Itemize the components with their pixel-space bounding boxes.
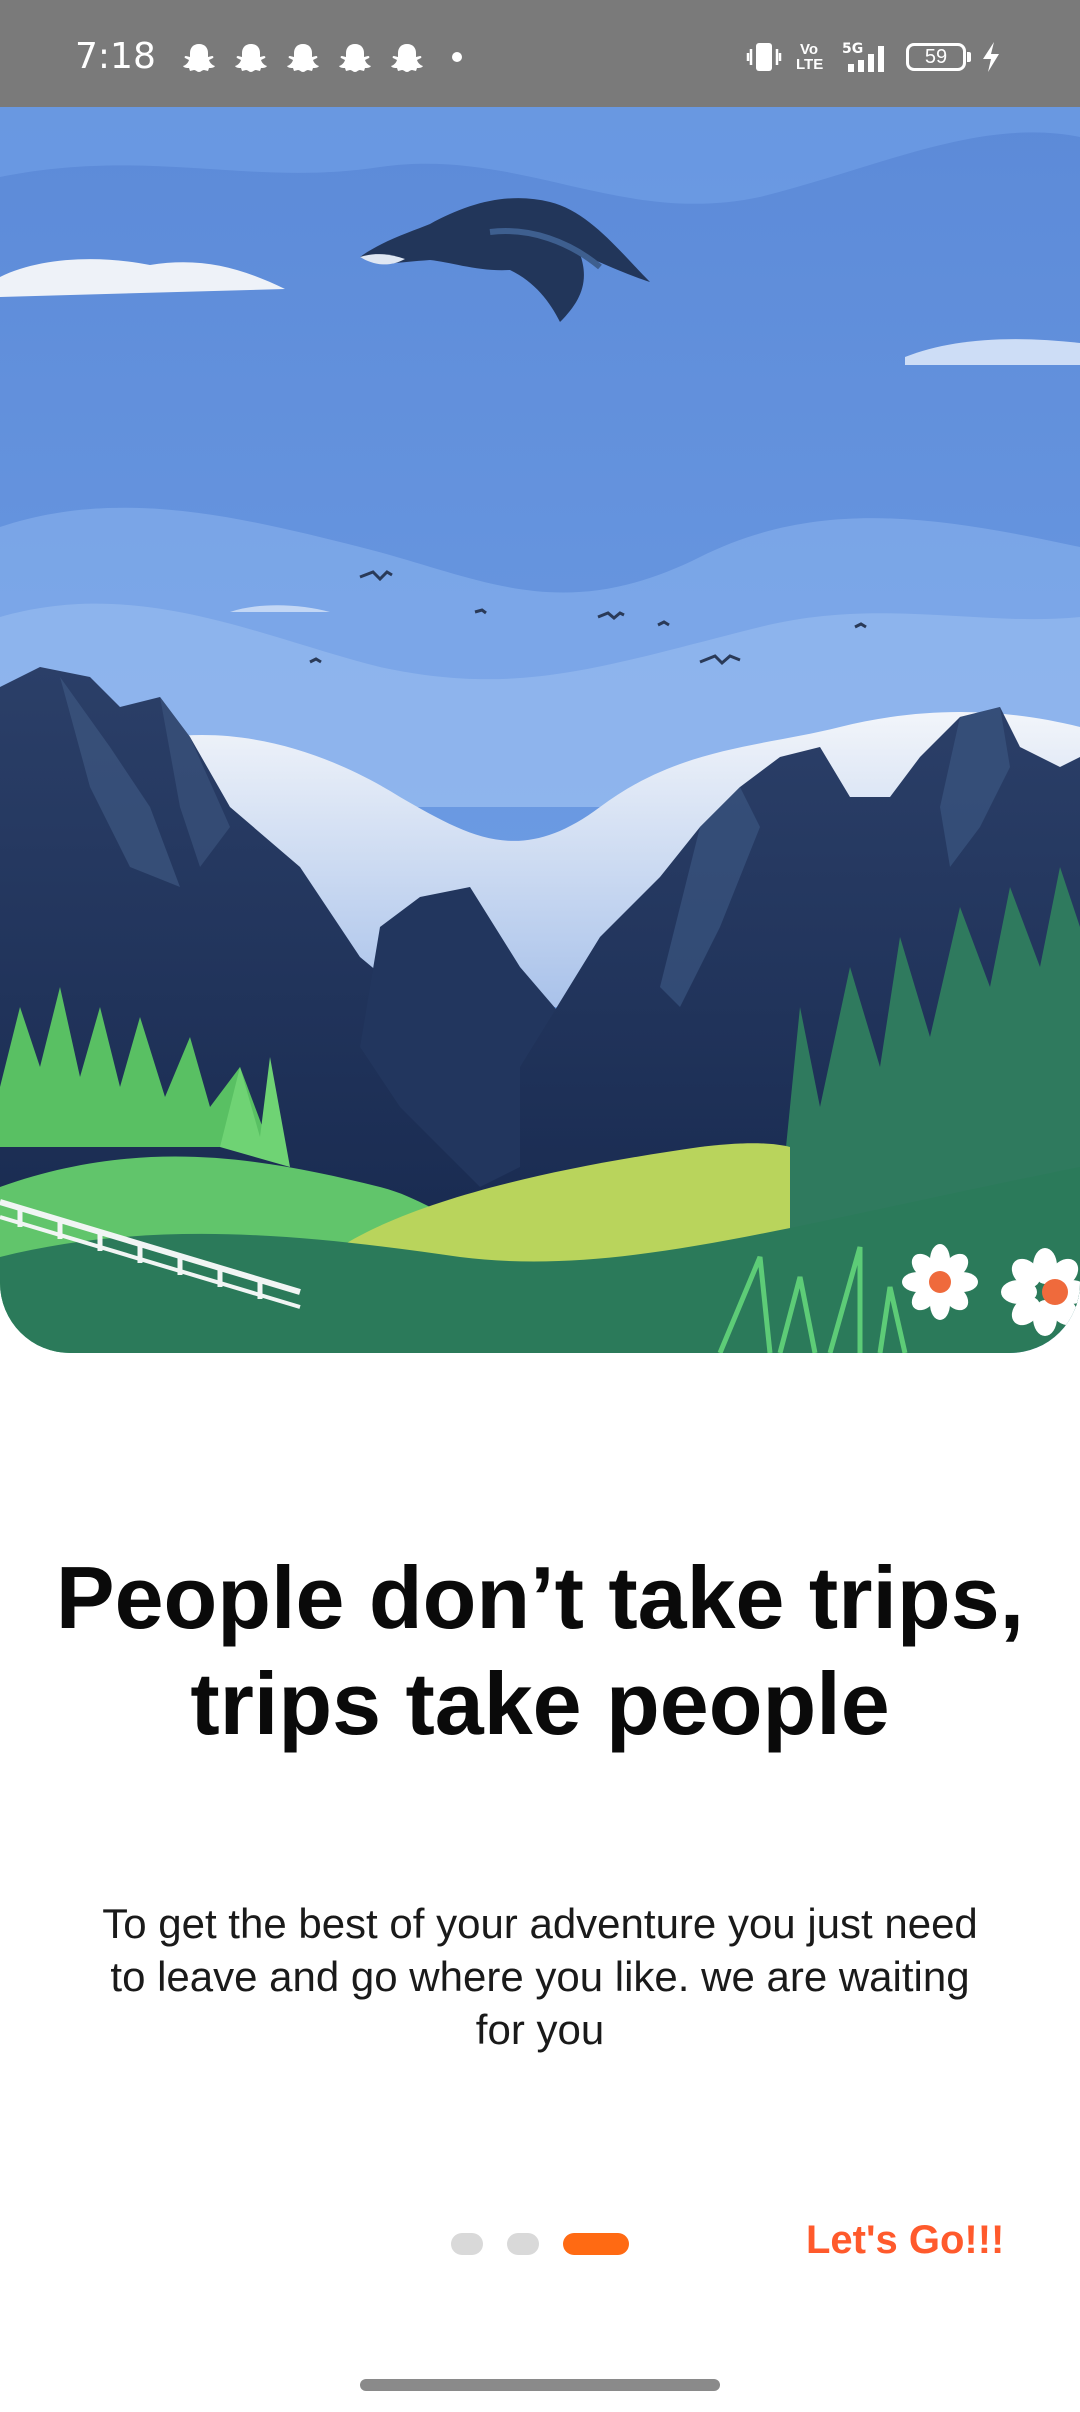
page-dot-1[interactable] (451, 2233, 483, 2255)
snapchat-icon (339, 44, 371, 72)
page-indicator (451, 2233, 629, 2255)
onboarding-description: To get the best of your adventure you ju… (102, 1900, 978, 2053)
status-bar: 7:18 Vo LTE 5G 59 (0, 0, 1080, 107)
signal-5g-icon: 5G (842, 41, 884, 72)
svg-text:5G: 5G (842, 41, 863, 57)
page-dot-3-active[interactable] (563, 2233, 629, 2255)
charging-icon (983, 42, 999, 72)
more-dot-icon (452, 52, 462, 62)
snapchat-icon (391, 44, 423, 72)
snapchat-icon (183, 44, 215, 72)
hero-illustration (0, 107, 1080, 1353)
battery-icon: 59 (906, 43, 971, 71)
status-indicators: Vo LTE 5G 59 (746, 40, 1002, 74)
mountain-landscape-image (0, 107, 1080, 1353)
home-indicator[interactable] (360, 2379, 720, 2391)
page-dot-2[interactable] (507, 2233, 539, 2255)
snapchat-icon (235, 44, 267, 72)
onboarding-headline: People don’t take trips, trips take peop… (55, 1548, 1025, 1753)
status-time: 7:18 (75, 36, 156, 77)
snapchat-icon (287, 44, 319, 72)
lets-go-button[interactable]: Let's Go!!! (806, 2218, 1004, 2263)
vibrate-icon (746, 43, 782, 71)
volte-icon: Vo LTE (796, 41, 824, 73)
notification-icons (182, 42, 462, 72)
